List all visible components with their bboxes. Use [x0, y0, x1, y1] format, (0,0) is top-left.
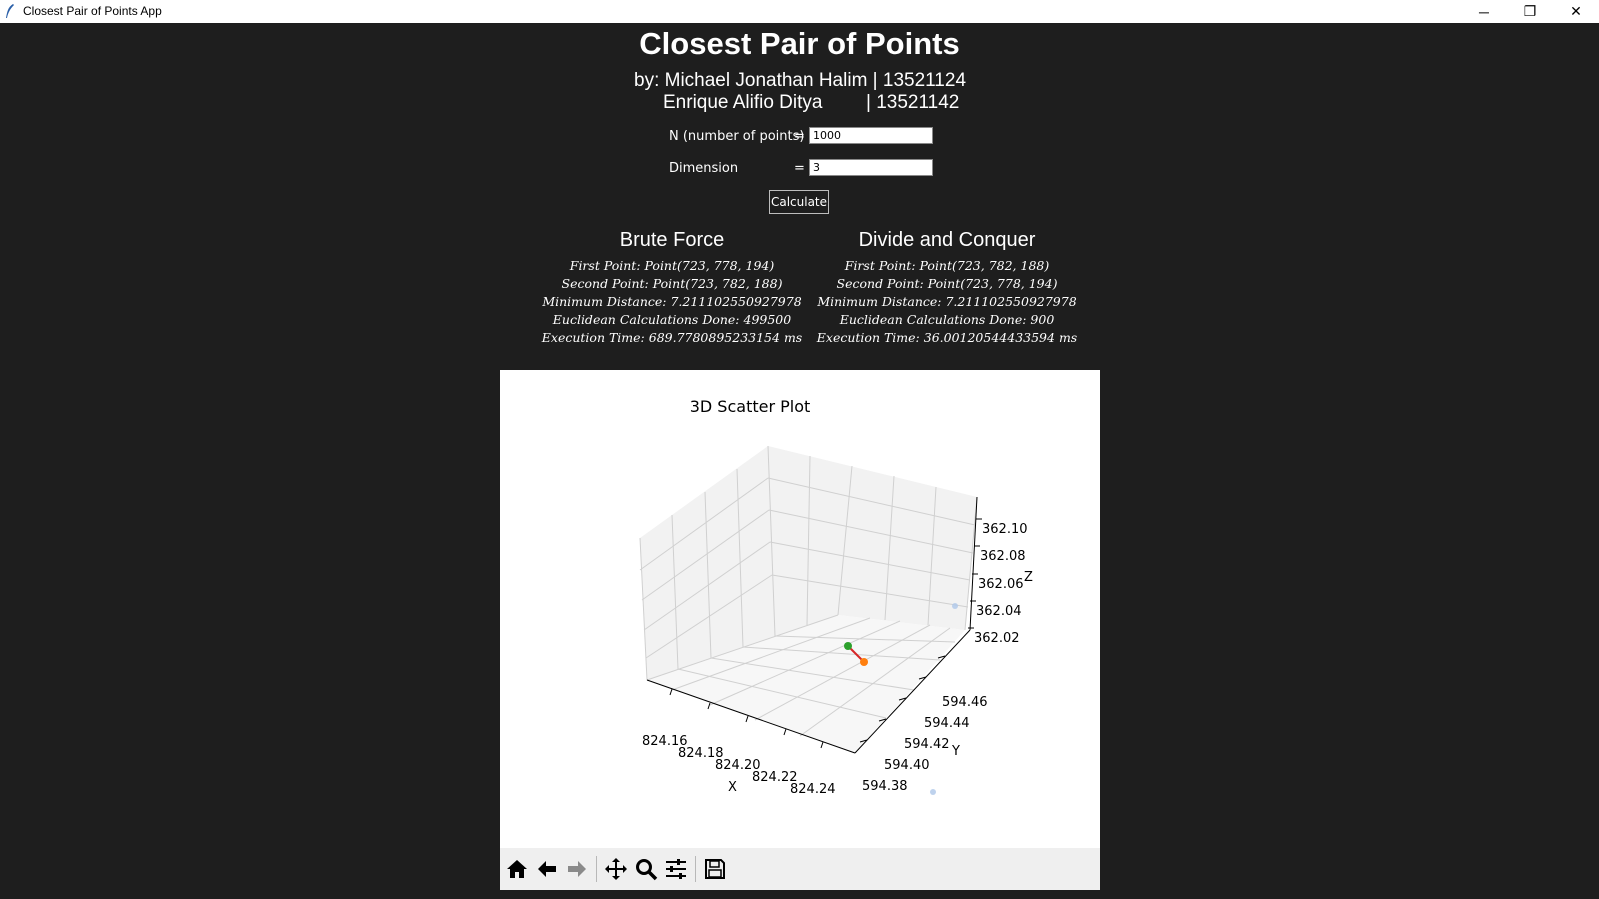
brute-second-point: Second Point: Point(723, 782, 188) [561, 276, 783, 291]
brute-min-distance: Minimum Distance: 7.211102550927978 [542, 294, 802, 309]
y-tick-3: 594.44 [924, 716, 970, 731]
zoom-button[interactable] [631, 854, 661, 884]
plot-canvas[interactable]: 3D Scatter Plot 824.16 824.18 824.20 824… [500, 370, 1100, 848]
back-icon [538, 861, 556, 877]
x-tick-4: 824.24 [790, 782, 836, 797]
n-input[interactable]: 1000 [809, 127, 933, 144]
configure-icon [666, 859, 686, 879]
plot-title: 3D Scatter Plot [690, 397, 811, 416]
calculate-button[interactable]: Calculate [769, 190, 829, 214]
dimension-label: Dimension [669, 161, 739, 176]
z-tick-3: 362.08 [980, 549, 1026, 564]
dnc-results: Divide and Conquer First Point: Point(72… [812, 229, 1082, 347]
closest-point-first [844, 642, 852, 650]
close-icon: ✕ [1570, 3, 1582, 19]
x-tick-labels: 824.16 824.18 824.20 824.22 824.24 [642, 734, 836, 797]
page-title: Closest Pair of Points [639, 26, 960, 61]
pan-icon [605, 858, 627, 880]
scatter-plot-svg[interactable]: 3D Scatter Plot 824.16 824.18 824.20 824… [500, 370, 1100, 848]
dimension-equals: = [794, 161, 805, 176]
z-tick-4: 362.10 [982, 522, 1028, 537]
z-axis-label: Z [1024, 570, 1033, 585]
window-title: Closest Pair of Points App [23, 4, 162, 18]
dnc-calculations: Euclidean Calculations Done: 900 [839, 312, 1055, 327]
minimize-button[interactable]: ─ [1461, 0, 1507, 23]
y-axis-label: Y [951, 744, 960, 759]
n-equals: = [794, 129, 805, 144]
brute-calculations: Euclidean Calculations Done: 499500 [552, 312, 792, 327]
toolbar-separator [596, 856, 597, 882]
zoom-icon [636, 859, 658, 881]
forward-button[interactable] [562, 854, 592, 884]
z-tick-labels: 362.02 362.04 362.06 362.08 362.10 [974, 522, 1028, 646]
z-tick-0: 362.02 [974, 631, 1020, 646]
plot-toolbar [500, 848, 1100, 890]
author-2-name: Enrique Alifio Ditya [663, 92, 823, 113]
home-button[interactable] [502, 854, 532, 884]
x-axis-label: X [728, 780, 737, 795]
author-line-1: by: Michael Jonathan Halim | 13521124 [634, 70, 967, 91]
restore-icon: ❐ [1523, 3, 1537, 19]
author-2-id: | 13521142 [866, 92, 960, 113]
dnc-heading: Divide and Conquer [858, 229, 1036, 251]
save-icon [705, 859, 725, 879]
dnc-first-point: First Point: Point(723, 782, 188) [844, 258, 1050, 273]
dimension-input[interactable]: 3 [809, 159, 933, 176]
forward-icon [568, 861, 586, 877]
close-button[interactable]: ✕ [1553, 0, 1599, 23]
y-tick-1: 594.40 [884, 758, 930, 773]
z-tick-1: 362.04 [976, 604, 1022, 619]
background-point [930, 789, 936, 795]
feather-icon [6, 4, 14, 18]
dnc-execution-time: Execution Time: 36.00120544433594 ms [816, 330, 1078, 345]
window-titlebar: Closest Pair of Points App ─ ❐ ✕ [0, 0, 1599, 23]
closest-point-second [860, 658, 868, 666]
brute-force-heading: Brute Force [619, 229, 725, 251]
restore-button[interactable]: ❐ [1507, 0, 1553, 23]
y-tick-2: 594.42 [904, 737, 950, 752]
toolbar-separator [695, 856, 696, 882]
y-tick-4: 594.46 [942, 695, 988, 710]
configure-button[interactable] [661, 854, 691, 884]
n-label: N (number of points) [669, 129, 805, 144]
dnc-min-distance: Minimum Distance: 7.211102550927978 [817, 294, 1077, 309]
dnc-second-point: Second Point: Point(723, 778, 194) [836, 276, 1058, 291]
brute-first-point: First Point: Point(723, 778, 194) [569, 258, 775, 273]
background-point [952, 603, 958, 609]
save-button[interactable] [700, 854, 730, 884]
pan-button[interactable] [601, 854, 631, 884]
back-button[interactable] [532, 854, 562, 884]
home-icon [507, 860, 527, 878]
minimize-icon: ─ [1479, 3, 1489, 20]
brute-force-results: Brute Force First Point: Point(723, 778,… [537, 229, 807, 347]
y-tick-0: 594.38 [862, 779, 908, 794]
z-tick-2: 362.06 [978, 577, 1024, 592]
brute-execution-time: Execution Time: 689.7780895233154 ms [541, 330, 803, 345]
